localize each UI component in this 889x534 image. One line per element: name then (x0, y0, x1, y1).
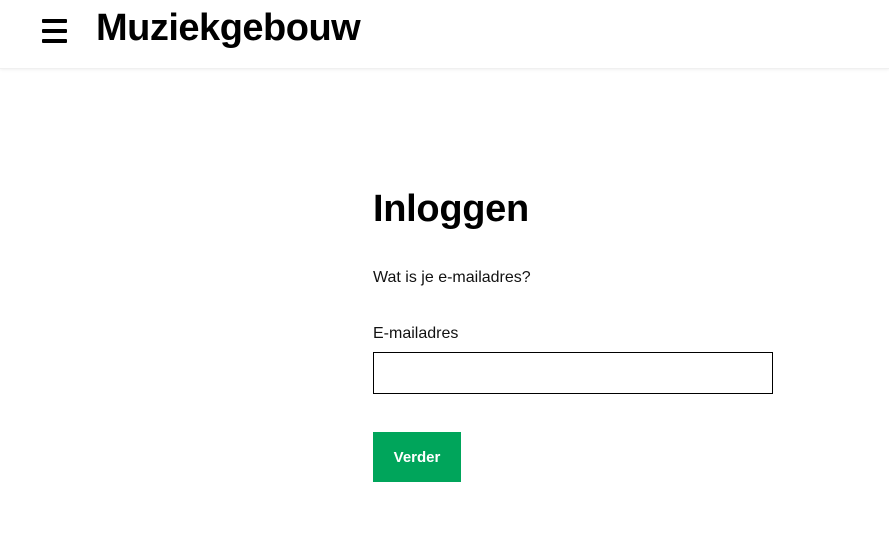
menu-bar-middle (42, 29, 67, 33)
hamburger-menu-icon[interactable] (40, 15, 70, 47)
email-question: Wat is je e-mailadres? (373, 269, 531, 286)
login-form: Inloggen Wat is je e-mailadres? E-mailad… (373, 186, 773, 482)
email-field[interactable] (373, 352, 773, 394)
menu-bar-top (42, 19, 67, 23)
email-label: E-mailadres (373, 325, 459, 342)
site-header: Muziekgebouw (0, 0, 889, 69)
page-title: Inloggen (373, 188, 529, 230)
site-logo[interactable]: Muziekgebouw (96, 6, 361, 50)
menu-bar-bottom (42, 39, 67, 43)
continue-button[interactable]: Verder (373, 432, 461, 482)
